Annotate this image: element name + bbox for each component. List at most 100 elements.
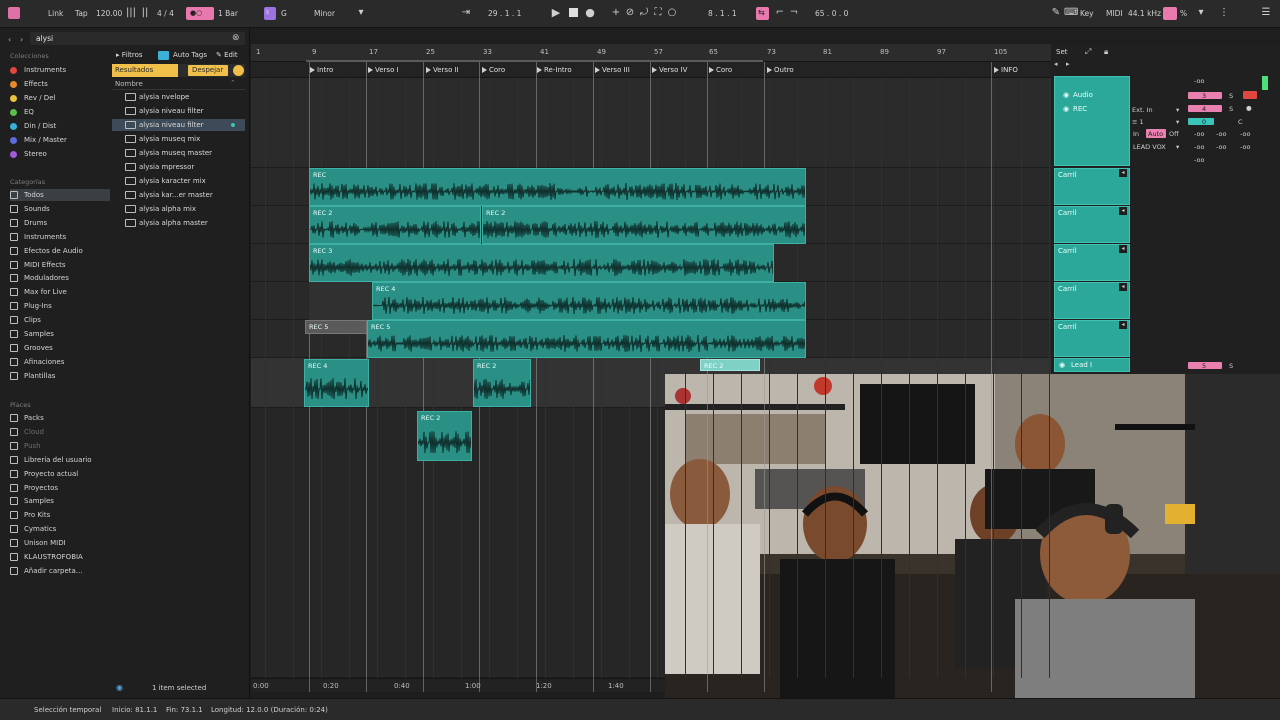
category-item[interactable]: Sounds (10, 203, 110, 215)
audio-clip[interactable]: REC 5 (367, 320, 806, 358)
result-item[interactable]: alysia museq master (112, 147, 245, 159)
collection-item[interactable]: Mix / Master (10, 134, 110, 146)
track-lane[interactable] (251, 78, 1051, 168)
follow-arrow-icon[interactable]: ⇥ (460, 7, 472, 19)
chevron-down-icon[interactable]: ▾ (1176, 143, 1179, 151)
category-item[interactable]: Plantillas (10, 370, 110, 382)
category-item[interactable]: Instruments (10, 231, 110, 243)
category-item[interactable]: Todos (10, 189, 110, 201)
metronome-bars-icon[interactable]: ||| (125, 7, 137, 19)
key-map-button[interactable]: Key (1080, 9, 1094, 18)
locator-marker[interactable]: Verso I (368, 66, 399, 74)
record-arm-button[interactable] (1243, 91, 1257, 99)
result-item[interactable]: alysia alpha master (112, 217, 245, 229)
quantize-dropdown[interactable]: 1 Bar (218, 9, 238, 18)
record-arm-icon[interactable]: ◉ (1063, 105, 1069, 113)
locator-marker[interactable]: Coro (482, 66, 505, 74)
lock-icon[interactable]: 🔒︎ (1104, 47, 1108, 57)
loop-start-field[interactable]: 8 . 1 . 1 (708, 9, 737, 18)
audio-clip[interactable]: REC 4 (304, 359, 369, 407)
take-lane-header[interactable]: Carril ◂ (1054, 168, 1130, 205)
sort-icon[interactable]: ⌃ (230, 79, 236, 87)
locator-marker[interactable]: Re-Intro (537, 66, 572, 74)
category-item[interactable]: Grooves (10, 342, 110, 354)
midi-map-button[interactable]: MIDI (1106, 9, 1123, 18)
place-item[interactable]: Añadir carpeta... (10, 565, 110, 577)
speaker-icon[interactable]: ◂ (1119, 321, 1127, 329)
punch-in-icon[interactable]: ⌐ (774, 7, 786, 19)
locator-marker[interactable]: Outro (767, 66, 794, 74)
preview-icon[interactable]: ◉ (116, 683, 123, 692)
locator-marker[interactable]: Intro (310, 66, 333, 74)
monitor-off-button[interactable]: Off (1169, 130, 1179, 138)
chevron-down-icon[interactable]: ▾ (355, 7, 367, 19)
place-item[interactable]: Proyecto actual (10, 468, 110, 480)
edit-button[interactable]: ✎ Edit (216, 51, 238, 59)
time-signature-field[interactable]: 4 / 4 (157, 9, 174, 18)
channel-dropdown[interactable]: ≡ 1 (1132, 118, 1144, 126)
arrow-right-icon[interactable]: ▸ (1066, 60, 1070, 68)
category-item[interactable]: Plug-Ins (10, 300, 110, 312)
settings-icon[interactable] (233, 65, 244, 76)
stop-icon[interactable] (567, 7, 579, 19)
expand-icon[interactable]: ◉ (1063, 91, 1069, 99)
forward-arrow-icon[interactable]: › (20, 35, 23, 44)
loop-toggle[interactable]: ⇆ (756, 7, 769, 20)
automation-arm-icon[interactable]: ⊘ (624, 7, 636, 19)
play-icon[interactable]: ▶ (550, 7, 562, 19)
scale-dropdown[interactable]: Minor (314, 9, 335, 18)
audio-clip[interactable]: REC 2 (473, 359, 531, 407)
result-item[interactable]: alysia niveau filter (112, 119, 245, 131)
menu-icon[interactable]: ☰ (1260, 7, 1272, 19)
audio-clip[interactable]: REC 5 (305, 320, 367, 334)
back-arrow-icon[interactable]: ‹ (8, 35, 11, 44)
browser-toggle-icon[interactable] (8, 7, 20, 19)
category-item[interactable]: Moduladores (10, 272, 110, 284)
place-item[interactable]: Packs (10, 412, 110, 424)
name-column-header[interactable]: Nombre (115, 80, 143, 88)
audio-clip[interactable]: REC 2 (482, 206, 806, 244)
collection-item[interactable]: EQ (10, 106, 110, 118)
ext-in-dropdown[interactable]: Ext. In (1132, 106, 1153, 114)
search-box[interactable]: alysi ⊗ (30, 32, 245, 45)
tap-button[interactable]: Tap (75, 9, 88, 18)
speaker-icon[interactable]: ◂ (1119, 245, 1127, 253)
place-item[interactable]: Librería del usuario (10, 454, 110, 466)
search-input[interactable]: alysi (36, 34, 53, 43)
place-item[interactable]: Samples (10, 495, 110, 507)
place-item[interactable]: Cloud (10, 426, 110, 438)
group-track-header[interactable]: ◉ Audio ◉ REC (1054, 76, 1130, 166)
pause-grid-icon[interactable]: || (139, 7, 151, 19)
keyboard-icon[interactable]: ⌨ (1064, 7, 1078, 19)
category-item[interactable]: Drums (10, 217, 110, 229)
result-item[interactable]: alysia niveau filter (112, 105, 245, 117)
take-lane-header[interactable]: Carril ◂ (1054, 282, 1130, 319)
place-item[interactable]: Unison MIDI (10, 537, 110, 549)
clear-search-icon[interactable]: ⊗ (232, 33, 240, 43)
loop-length-field[interactable]: 65 . 0 . 0 (815, 9, 848, 18)
collection-item[interactable]: Effects (10, 78, 110, 90)
song-position-field[interactable]: 29 . 1 . 1 (488, 9, 521, 18)
audio-clip[interactable]: REC 3 (309, 244, 774, 282)
result-item[interactable]: alysia mpressor (112, 161, 245, 173)
record-dot-icon[interactable]: ● (1246, 104, 1252, 112)
locator-marker[interactable]: Verso III (595, 66, 630, 74)
chevron-down-icon[interactable]: ▾ (1176, 106, 1179, 114)
collection-item[interactable]: Din / Dist (10, 120, 110, 132)
arrow-left-icon[interactable]: ◂ (1054, 60, 1058, 68)
auto-tags-button[interactable]: Auto Tags (173, 51, 207, 59)
filters-button[interactable]: ▸ Filtros (116, 51, 143, 59)
expand-icon[interactable]: ⤢ (1085, 47, 1091, 57)
place-item[interactable]: Push (10, 440, 110, 452)
place-item[interactable]: KLAUSTROFOBIA (10, 551, 110, 563)
take-lane-header[interactable]: Carril ◂ (1054, 206, 1130, 243)
record-mode-toggle[interactable]: ●○ (186, 7, 214, 20)
capture-midi-icon[interactable]: ⛶ (652, 7, 664, 19)
audio-clip[interactable]: REC 4 (372, 282, 806, 320)
category-item[interactable]: Max for Live (10, 286, 110, 298)
collection-item[interactable]: Rev / Del (10, 92, 110, 104)
place-item[interactable]: Pro Kits (10, 509, 110, 521)
result-item[interactable]: alysia nvelope (112, 91, 245, 103)
audio-clip[interactable]: REC (309, 168, 806, 206)
speaker-icon[interactable]: ◂ (1119, 283, 1127, 291)
